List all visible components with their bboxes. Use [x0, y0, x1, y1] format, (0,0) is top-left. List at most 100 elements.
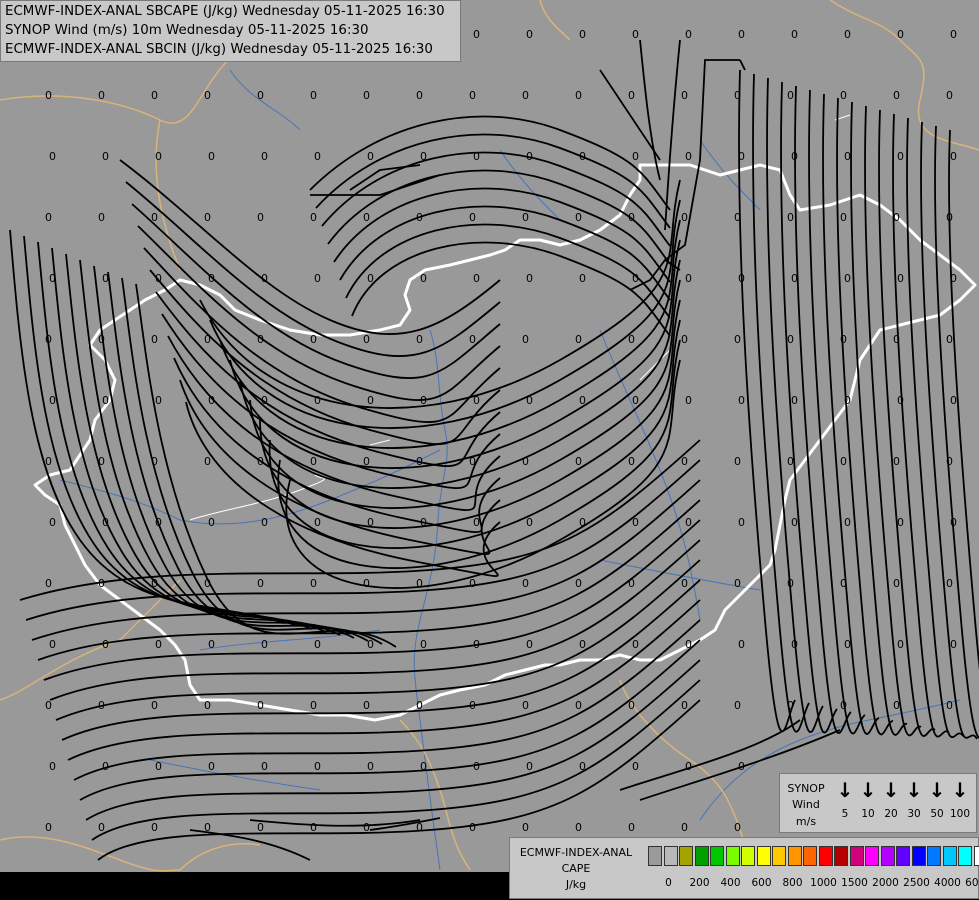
cape-value-zero: 0 [844, 638, 851, 651]
cape-value-zero: 0 [787, 333, 794, 346]
cape-value-zero: 0 [204, 333, 211, 346]
cape-value-zero: 0 [632, 272, 639, 285]
cape-value-zero: 0 [151, 89, 158, 102]
cape-color-swatch [880, 846, 895, 866]
cape-value-zero: 0 [791, 272, 798, 285]
cape-value-zero: 0 [628, 89, 635, 102]
cape-value-zero: 0 [363, 821, 370, 834]
cape-value-zero: 0 [579, 638, 586, 651]
cape-legend-tick: 600 [751, 877, 772, 889]
cape-value-zero: 0 [734, 333, 741, 346]
cape-value-zero: 0 [628, 577, 635, 590]
cape-value-zero: 0 [102, 638, 109, 651]
cape-value-zero: 0 [946, 455, 953, 468]
cape-value-zero: 0 [685, 272, 692, 285]
cape-value-zero: 0 [102, 272, 109, 285]
wind-legend-speed: 50 [930, 808, 944, 820]
cape-color-swatch [849, 846, 864, 866]
cape-value-zero: 0 [208, 150, 215, 163]
cape-value-zero: 0 [738, 516, 745, 529]
cape-value-zero: 0 [844, 28, 851, 41]
cape-value-zero: 0 [522, 821, 529, 834]
cape-value-zero: 0 [791, 638, 798, 651]
cape-value-zero: 0 [473, 28, 480, 41]
cape-value-zero: 0 [681, 333, 688, 346]
cape-value-zero: 0 [734, 821, 741, 834]
cape-value-zero: 0 [522, 577, 529, 590]
cape-value-zero: 0 [897, 28, 904, 41]
cape-value-zero: 0 [155, 394, 162, 407]
wind-legend-speed: 20 [884, 808, 898, 820]
cape-value-zero: 0 [632, 394, 639, 407]
cape-legend-tick: 2000 [872, 877, 899, 889]
cape-value-zero: 0 [893, 89, 900, 102]
cape-value-zero: 0 [102, 516, 109, 529]
cape-color-swatch [725, 846, 740, 866]
cape-value-zero: 0 [897, 638, 904, 651]
wind-legend-speed: 30 [907, 808, 921, 820]
cape-value-zero: 0 [45, 211, 52, 224]
wind-legend-entry: ↓ 5 [835, 780, 855, 820]
cape-value-zero: 0 [473, 638, 480, 651]
cape-value-zero: 0 [310, 699, 317, 712]
cape-value-zero: 0 [473, 394, 480, 407]
cape-value-zero: 0 [45, 577, 52, 590]
cape-value-zero: 0 [628, 821, 635, 834]
cape-color-swatch [648, 846, 662, 866]
cape-value-zero: 0 [469, 333, 476, 346]
cape-value-zero: 0 [787, 577, 794, 590]
cape-value-zero: 0 [950, 28, 957, 41]
cape-value-zero: 0 [950, 638, 957, 651]
cape-value-zero: 0 [420, 394, 427, 407]
cape-color-swatch [942, 846, 957, 866]
cape-legend-title: ECMWF-INDEX-ANAL [519, 846, 633, 859]
cape-value-zero: 0 [473, 760, 480, 773]
cape-value-zero: 0 [685, 516, 692, 529]
cape-value-zero: 0 [261, 394, 268, 407]
cape-value-zero: 0 [151, 333, 158, 346]
cape-value-zero: 0 [469, 821, 476, 834]
cape-color-swatch [865, 846, 879, 866]
cape-value-zero: 0 [363, 211, 370, 224]
cape-value-zero: 0 [420, 150, 427, 163]
map-canvas: 0 0 0 0 0 0 0 0 0 0 0 0 0 0 0 0 0 0 0 0 0 0 0 0 0 0 0 0 0 0 0 0 0 0 0 0 0 0 0 0… [0, 0, 979, 900]
cape-value-zero: 0 [681, 577, 688, 590]
cape-value-zero: 0 [526, 638, 533, 651]
cape-value-zero: 0 [840, 577, 847, 590]
cape-value-zero: 0 [45, 699, 52, 712]
cape-value-zero: 0 [738, 394, 745, 407]
title-cin: ECMWF-INDEX-ANAL SBCIN (J/kg) Wednesday … [5, 42, 433, 57]
cape-value-zero: 0 [844, 150, 851, 163]
cape-value-zero: 0 [575, 577, 582, 590]
cape-value-zero: 0 [204, 455, 211, 468]
cape-value-zero: 0 [632, 150, 639, 163]
synop-wind-legend: SYNOP Wind m/s ↓ 5 ↓ 10 ↓ 20 ↓ 30 ↓ 50 ↓ 100 [779, 773, 977, 833]
cape-value-zero: 0 [257, 821, 264, 834]
cape-color-swatch [973, 846, 979, 866]
cape-value-zero: 0 [575, 455, 582, 468]
cape-value-zero: 0 [579, 394, 586, 407]
cape-value-zero: 0 [314, 516, 321, 529]
cape-value-zero: 0 [367, 150, 374, 163]
cape-value-zero: 0 [473, 516, 480, 529]
cape-value-zero: 0 [579, 28, 586, 41]
cape-color-swatch [741, 846, 755, 866]
cape-value-zero: 0 [787, 211, 794, 224]
cape-legend-tick: 4000 [934, 877, 961, 889]
cape-value-zero: 0 [526, 150, 533, 163]
cape-value-zero: 0 [791, 394, 798, 407]
cape-value-zero: 0 [151, 577, 158, 590]
cape-value-zero: 0 [632, 516, 639, 529]
cape-value-zero: 0 [257, 333, 264, 346]
cape-value-zero: 0 [840, 89, 847, 102]
wind-arrow-down-icon: ↓ [859, 778, 877, 802]
cape-value-zero: 0 [946, 577, 953, 590]
cape-value-zero: 0 [155, 516, 162, 529]
cape-value-zero: 0 [897, 150, 904, 163]
cape-value-zero: 0 [151, 699, 158, 712]
cape-value-zero: 0 [420, 272, 427, 285]
cape-value-zero: 0 [681, 455, 688, 468]
wind-arrow-down-icon: ↓ [928, 778, 946, 802]
cape-value-zero: 0 [575, 821, 582, 834]
cape-value-zero: 0 [310, 89, 317, 102]
